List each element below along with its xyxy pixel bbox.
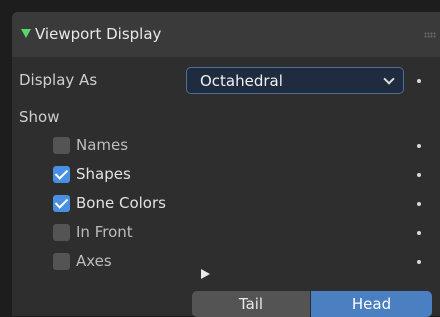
keyframe-dot-icon[interactable] [417,260,421,264]
head-button[interactable]: Head [311,291,432,317]
keyframe-dot-icon[interactable] [417,202,421,206]
chevron-down-icon [383,73,395,85]
keyframe-dot-icon[interactable] [417,79,421,83]
expand-arrow-right-icon[interactable] [201,269,210,279]
viewport-display-panel: Viewport Display Display As Octahedral S… [12,12,440,317]
in-front-label: In Front [76,223,133,241]
show-label: Show [19,108,60,126]
keyframe-dot-icon[interactable] [417,231,421,235]
shapes-label: Shapes [76,165,131,183]
in-front-checkbox[interactable] [53,224,70,241]
tail-button[interactable]: Tail [192,291,310,317]
bone-colors-label: Bone Colors [76,194,166,212]
panel-title: Viewport Display [35,25,162,43]
panel-header[interactable]: Viewport Display [12,12,440,57]
display-as-label: Display As [19,71,98,89]
display-as-value: Octahedral [200,72,283,90]
drag-grip-icon[interactable] [424,32,436,38]
keyframe-dot-icon[interactable] [417,173,421,177]
axes-checkbox[interactable] [53,253,70,270]
keyframe-dot-icon[interactable] [417,144,421,148]
names-checkbox[interactable] [53,137,70,154]
bone-colors-checkbox[interactable] [53,195,70,212]
names-label: Names [76,136,129,154]
disclosure-triangle-down-icon[interactable] [21,29,31,38]
shapes-checkbox[interactable] [53,166,70,183]
display-as-dropdown[interactable]: Octahedral [186,67,404,94]
axes-label: Axes [76,252,112,270]
